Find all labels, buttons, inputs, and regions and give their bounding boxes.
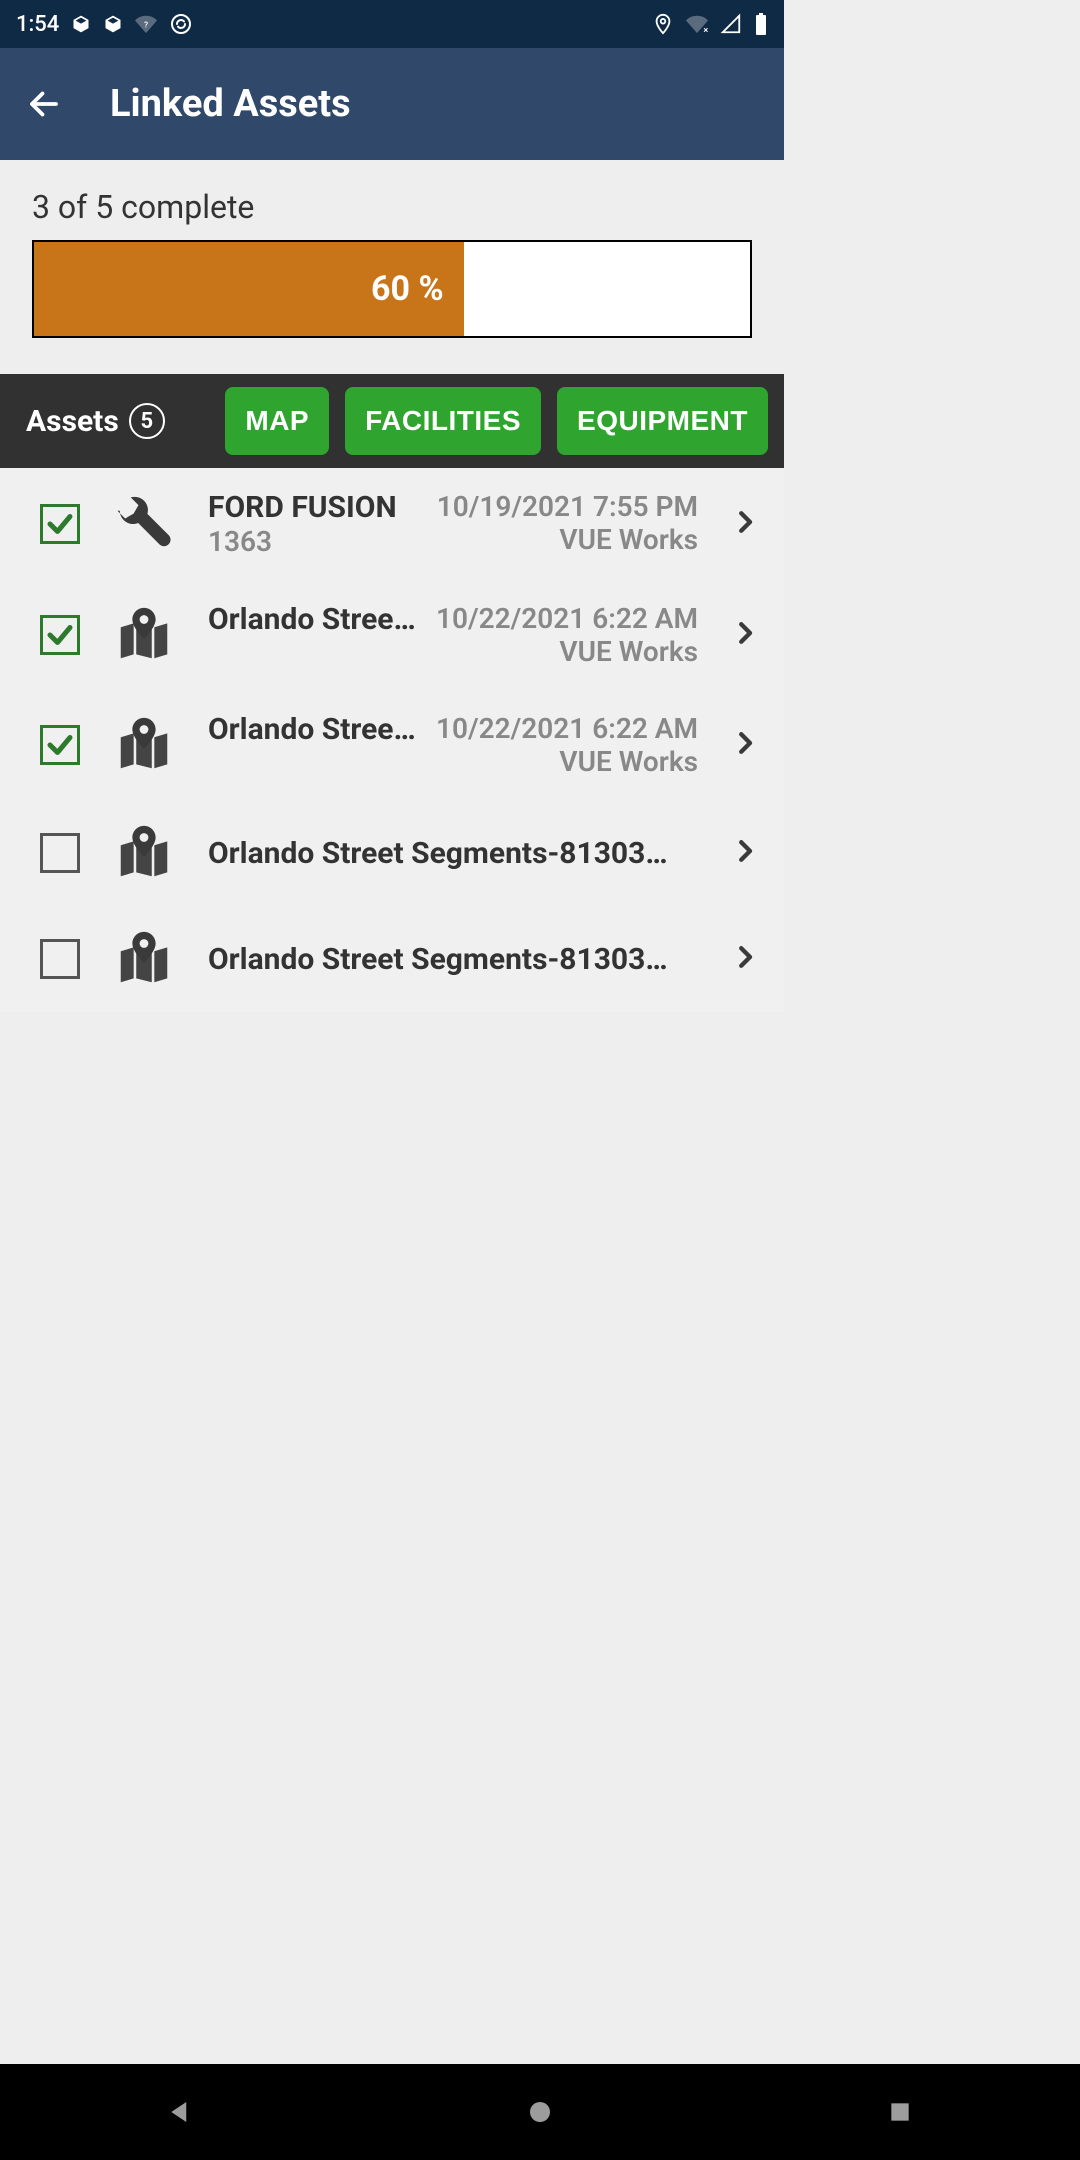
tabs-bar: Assets 5 MAP FACILITIES EQUIPMENT bbox=[0, 374, 784, 468]
wifi-weak-icon: ? bbox=[135, 13, 157, 35]
checkbox[interactable] bbox=[40, 939, 80, 979]
chevron-right-icon bbox=[730, 507, 760, 541]
asset-date: 10/19/2021 7:55 PM bbox=[437, 490, 698, 523]
row-right: 10/22/2021 6:22 AM VUE Works bbox=[436, 602, 698, 668]
chevron-right-icon bbox=[730, 942, 760, 976]
tab-map[interactable]: MAP bbox=[225, 387, 329, 455]
chevron-right-icon bbox=[730, 618, 760, 652]
signal-icon bbox=[720, 13, 742, 35]
asset-title: Orlando Street Segments-8130398 bbox=[208, 836, 678, 871]
assets-label-text: Assets bbox=[26, 404, 119, 439]
map-icon bbox=[112, 928, 176, 990]
nav-back-button[interactable] bbox=[162, 2094, 198, 2130]
android-nav-bar bbox=[0, 2064, 1080, 2160]
row-body: Orlando Street Segments 10/22/2021 6:22 … bbox=[208, 602, 698, 668]
row-left: FORD FUSION 1363 bbox=[208, 490, 437, 558]
status-left: 1:54 ? bbox=[16, 12, 193, 37]
asset-title: Orlando Street Segments bbox=[208, 602, 418, 637]
wrench-icon bbox=[112, 495, 176, 553]
asset-source: VUE Works bbox=[436, 635, 698, 668]
asset-title: Orlando Street Segments-8130397 bbox=[208, 942, 678, 977]
status-time: 1:54 bbox=[16, 12, 59, 37]
map-icon bbox=[112, 822, 176, 884]
asset-title: Orlando Street Segments bbox=[208, 712, 418, 747]
asset-list: FORD FUSION 1363 10/19/2021 7:55 PM VUE … bbox=[0, 468, 784, 1012]
wifi-icon: × bbox=[686, 13, 708, 35]
sync-icon bbox=[169, 12, 193, 36]
row-right: 10/22/2021 6:22 AM VUE Works bbox=[436, 712, 698, 778]
location-icon bbox=[652, 13, 674, 35]
checkbox[interactable] bbox=[40, 725, 80, 765]
map-icon bbox=[112, 604, 176, 666]
svg-text:×: × bbox=[703, 26, 708, 35]
tab-equipment[interactable]: EQUIPMENT bbox=[557, 387, 768, 455]
page-title: Linked Assets bbox=[110, 82, 351, 126]
progress-fill: 60 % bbox=[34, 242, 464, 336]
back-button[interactable] bbox=[24, 84, 64, 124]
nav-home-button[interactable] bbox=[522, 2094, 558, 2130]
row-right: 10/19/2021 7:55 PM VUE Works bbox=[437, 490, 698, 558]
list-item[interactable]: FORD FUSION 1363 10/19/2021 7:55 PM VUE … bbox=[0, 468, 784, 580]
checkbox[interactable] bbox=[40, 833, 80, 873]
nav-recents-button[interactable] bbox=[882, 2094, 918, 2130]
asset-source: VUE Works bbox=[437, 523, 698, 556]
row-left: Orlando Street Segments bbox=[208, 712, 436, 778]
asset-subtitle: 1363 bbox=[208, 525, 437, 558]
asset-source: VUE Works bbox=[436, 745, 698, 778]
tab-facilities[interactable]: FACILITIES bbox=[345, 387, 541, 455]
progress-section: 3 of 5 complete 60 % bbox=[0, 160, 784, 374]
svg-text:?: ? bbox=[144, 21, 148, 31]
row-body: Orlando Street Segments-8130398 bbox=[208, 836, 698, 871]
row-left: Orlando Street Segments-8130397 bbox=[208, 942, 698, 977]
android-status-bar: 1:54 ? × bbox=[0, 0, 784, 48]
row-body: Orlando Street Segments 10/22/2021 6:22 … bbox=[208, 712, 698, 778]
list-item[interactable]: Orlando Street Segments 10/22/2021 6:22 … bbox=[0, 690, 784, 800]
checkbox[interactable] bbox=[40, 504, 80, 544]
assets-counter: Assets 5 bbox=[16, 403, 165, 439]
row-left: Orlando Street Segments bbox=[208, 602, 436, 668]
asset-date: 10/22/2021 6:22 AM bbox=[436, 602, 698, 635]
chevron-right-icon bbox=[730, 836, 760, 870]
progress-bar: 60 % bbox=[32, 240, 752, 338]
assets-count-badge: 5 bbox=[129, 403, 165, 439]
status-right: × bbox=[652, 12, 768, 36]
row-body: Orlando Street Segments-8130397 bbox=[208, 942, 698, 977]
battery-icon bbox=[754, 12, 768, 36]
checkbox[interactable] bbox=[40, 615, 80, 655]
map-icon bbox=[112, 714, 176, 776]
progress-percent-label: 60 % bbox=[371, 269, 444, 309]
row-left: Orlando Street Segments-8130398 bbox=[208, 836, 698, 871]
asset-date: 10/22/2021 6:22 AM bbox=[436, 712, 698, 745]
chevron-right-icon bbox=[730, 728, 760, 762]
asset-title: FORD FUSION bbox=[208, 490, 418, 525]
list-item[interactable]: Orlando Street Segments-8130398 bbox=[0, 800, 784, 906]
package-icon bbox=[71, 14, 91, 34]
package-icon bbox=[103, 14, 123, 34]
list-item[interactable]: Orlando Street Segments-8130397 bbox=[0, 906, 784, 1012]
app-header: Linked Assets bbox=[0, 48, 784, 160]
row-body: FORD FUSION 1363 10/19/2021 7:55 PM VUE … bbox=[208, 490, 698, 558]
list-item[interactable]: Orlando Street Segments 10/22/2021 6:22 … bbox=[0, 580, 784, 690]
progress-count-label: 3 of 5 complete bbox=[32, 188, 752, 226]
